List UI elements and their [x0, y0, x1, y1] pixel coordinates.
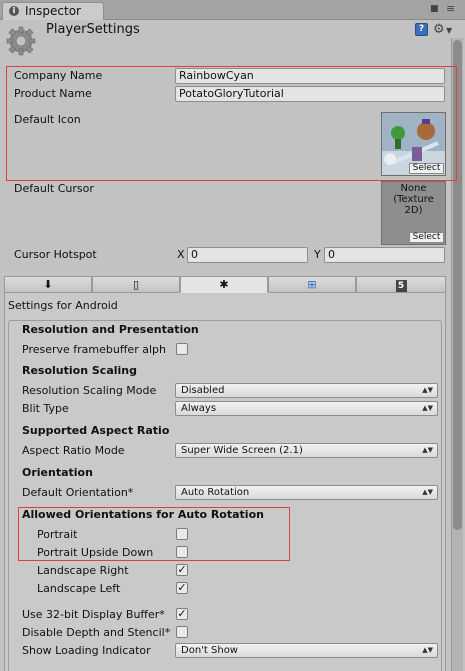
dropdown-arrow-icon: ▲▼	[422, 646, 433, 654]
default-icon-slot[interactable]: Select	[381, 112, 446, 176]
cursor-select-button[interactable]: Select	[409, 232, 444, 243]
scaling-mode-value: Disabled	[181, 385, 225, 396]
menu-icon[interactable]: ≡	[446, 3, 458, 14]
tab-ios[interactable]: ▯	[92, 276, 180, 293]
aspect-mode-label: Aspect Ratio Mode	[22, 444, 125, 457]
dropdown-arrow-icon: ▲▼	[422, 446, 433, 454]
hotspot-y-field[interactable]: 0	[324, 247, 445, 263]
tab-webgl[interactable]: 5	[356, 276, 446, 293]
windows-icon: ⊞	[307, 278, 317, 291]
tab-inspector[interactable]: i Inspector	[2, 2, 104, 20]
product-name-label: Product Name	[14, 87, 92, 100]
landscape-left-label: Landscape Left	[37, 582, 121, 595]
default-cursor-slot[interactable]: None (Texture 2D) Select	[381, 181, 446, 245]
lock-icon[interactable]: ■	[430, 5, 439, 14]
scaling-mode-dropdown[interactable]: Disabled ▲▼	[175, 383, 438, 398]
resolution-scaling-header: Resolution Scaling	[22, 364, 137, 377]
tab-label: Inspector	[25, 4, 81, 18]
product-name-field[interactable]: PotatoGloryTutorial	[175, 86, 445, 102]
preserve-framebuffer-label: Preserve framebuffer alph	[22, 343, 166, 356]
html5-icon: 5	[395, 280, 407, 292]
tab-standalone[interactable]: ⬇	[4, 276, 92, 293]
default-orientation-label: Default Orientation*	[22, 486, 134, 499]
default-orientation-dropdown[interactable]: Auto Rotation ▲▼	[175, 485, 438, 500]
disable-depth-checkbox[interactable]	[176, 626, 188, 638]
landscape-right-checkbox[interactable]: ✓	[176, 564, 188, 576]
orientation-header: Orientation	[22, 466, 93, 479]
loading-indicator-dropdown[interactable]: Don't Show ▲▼	[175, 643, 438, 658]
company-name-label: Company Name	[14, 69, 103, 82]
blit-type-label: Blit Type	[22, 402, 69, 415]
settings-gear-icon[interactable]: ⚙	[433, 22, 445, 37]
hotspot-x-label: X	[177, 248, 185, 261]
default-icon-label: Default Icon	[14, 113, 81, 126]
landscape-left-checkbox[interactable]: ✓	[176, 582, 188, 594]
phone-icon: ▯	[132, 278, 140, 291]
hotspot-x-field[interactable]: 0	[187, 247, 308, 263]
hotspot-y-label: Y	[314, 248, 321, 261]
android-icon: ✱	[219, 278, 229, 291]
resolution-header[interactable]: Resolution and Presentation	[22, 323, 199, 336]
display-buffer-checkbox[interactable]: ✓	[176, 608, 188, 620]
cursor-placeholder-line2: (Texture	[393, 194, 434, 205]
help-icon[interactable]: ?	[415, 23, 428, 36]
portrait-upside-down-label: Portrait Upside Down	[37, 546, 154, 559]
gear-icon	[6, 26, 36, 56]
settings-for-android-title: Settings for Android	[8, 299, 118, 312]
tab-android[interactable]: ✱	[180, 276, 268, 293]
aspect-mode-dropdown[interactable]: Super Wide Screen (2.1) ▲▼	[175, 443, 438, 458]
inspector-tabbar: i Inspector ■ ≡	[0, 0, 465, 20]
company-name-field[interactable]: RainbowCyan	[175, 68, 445, 84]
disable-depth-label: Disable Depth and Stencil*	[22, 626, 171, 639]
download-icon: ⬇	[43, 278, 53, 291]
default-cursor-label: Default Cursor	[14, 182, 94, 195]
blit-type-dropdown[interactable]: Always ▲▼	[175, 401, 438, 416]
chevron-down-icon[interactable]: ▼	[446, 26, 452, 35]
cursor-placeholder-line3: 2D)	[404, 205, 423, 216]
icon-select-button[interactable]: Select	[409, 163, 444, 174]
scaling-mode-label: Resolution Scaling Mode	[22, 384, 157, 397]
loading-indicator-label: Show Loading Indicator	[22, 644, 151, 657]
blit-type-value: Always	[181, 403, 217, 414]
page-title: PlayerSettings	[46, 22, 140, 37]
dropdown-arrow-icon: ▲▼	[422, 488, 433, 496]
dropdown-arrow-icon: ▲▼	[422, 404, 433, 412]
loading-indicator-value: Don't Show	[181, 645, 238, 656]
aspect-mode-value: Super Wide Screen (2.1)	[181, 445, 303, 456]
landscape-right-label: Landscape Right	[37, 564, 129, 577]
display-buffer-label: Use 32-bit Display Buffer*	[22, 608, 165, 621]
portrait-upside-down-checkbox[interactable]	[176, 546, 188, 558]
cursor-hotspot-label: Cursor Hotspot	[14, 248, 97, 261]
dropdown-arrow-icon: ▲▼	[422, 386, 433, 394]
cursor-placeholder-line1: None	[400, 183, 427, 194]
allowed-orientations-header: Allowed Orientations for Auto Rotation	[22, 508, 264, 521]
portrait-label: Portrait	[37, 528, 78, 541]
aspect-ratio-header: Supported Aspect Ratio	[22, 424, 170, 437]
tab-windows[interactable]: ⊞	[268, 276, 356, 293]
inspector-icon: i	[9, 6, 19, 16]
preserve-framebuffer-checkbox[interactable]	[176, 343, 188, 355]
default-orientation-value: Auto Rotation	[181, 487, 250, 498]
platform-tabs: ⬇ ▯ ✱ ⊞ 5	[4, 276, 446, 293]
portrait-checkbox[interactable]	[176, 528, 188, 540]
